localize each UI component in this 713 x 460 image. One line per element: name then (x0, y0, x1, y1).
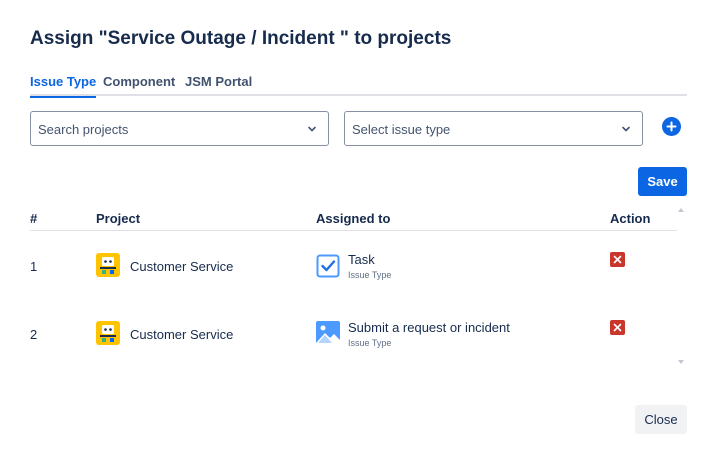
save-button[interactable]: Save (638, 167, 687, 196)
request-landscape-icon (316, 321, 340, 345)
column-header-action: Action (610, 211, 651, 226)
delete-x-icon (613, 255, 622, 264)
tab-bar: Issue Type Component JSM Portal (30, 74, 687, 98)
tab-jsm-portal[interactable]: JSM Portal (185, 74, 252, 96)
row-number: 2 (30, 327, 38, 342)
select-issue-type-placeholder: Select issue type (352, 122, 451, 137)
header-divider (30, 230, 677, 231)
issue-type-name: Submit a request or incident (348, 320, 510, 335)
issue-type-subtitle: Issue Type (348, 270, 392, 280)
issue-type-subtitle: Issue Type (348, 338, 392, 348)
row-number: 1 (30, 259, 38, 274)
add-mapping-button[interactable] (662, 117, 681, 136)
close-button[interactable]: Close (635, 405, 687, 434)
dialog-title: Assign "Service Outage / Incident " to p… (30, 28, 452, 49)
column-header-number: # (30, 211, 38, 226)
plus-circle-icon (666, 121, 677, 132)
tab-component[interactable]: Component (103, 74, 175, 96)
scroll-down-arrow-icon[interactable] (677, 358, 685, 366)
project-avatar-icon (96, 253, 120, 277)
chevron-down-icon (622, 126, 630, 132)
project-name: Customer Service (130, 327, 234, 342)
chevron-down-icon (308, 126, 316, 132)
column-header-project: Project (96, 211, 141, 226)
column-header-assigned-to: Assigned to (316, 211, 391, 226)
project-avatar-icon (96, 321, 120, 345)
select-issue-type-select[interactable]: Select issue type (344, 111, 643, 146)
search-projects-placeholder: Search projects (38, 122, 129, 137)
scroll-up-arrow-icon[interactable] (677, 206, 685, 214)
project-name: Customer Service (130, 259, 234, 274)
issue-type-name: Task (348, 252, 375, 267)
task-checkbox-icon (316, 254, 340, 278)
delete-row-button[interactable] (610, 320, 625, 335)
delete-row-button[interactable] (610, 252, 625, 267)
tab-issue-type[interactable]: Issue Type (30, 74, 97, 98)
delete-x-icon (613, 323, 622, 332)
search-projects-select[interactable]: Search projects (30, 111, 329, 146)
